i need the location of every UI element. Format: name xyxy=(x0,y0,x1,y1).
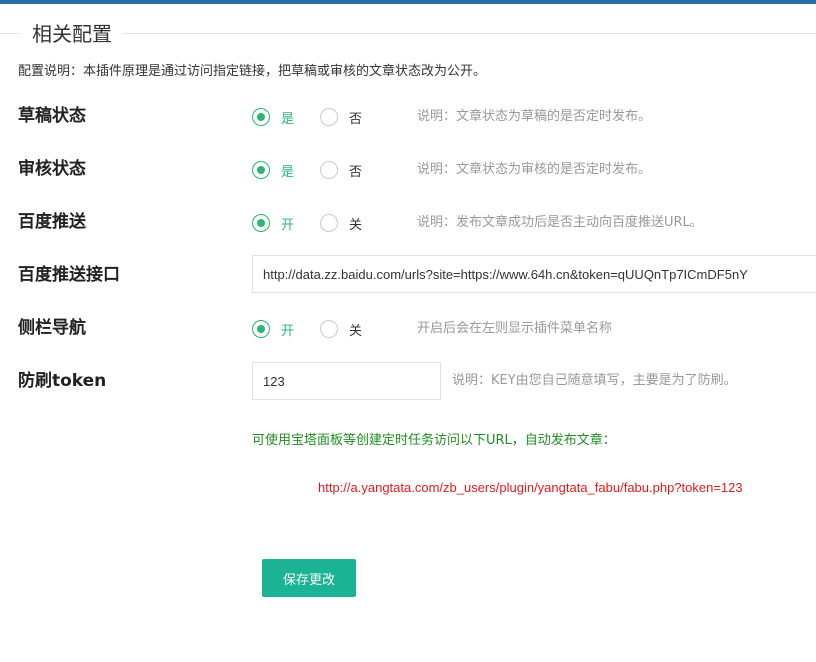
radio-checked-icon[interactable] xyxy=(252,161,270,179)
sidebar-nav-label: 侧栏导航 xyxy=(18,318,86,338)
draft-status-option-yes-label: 是 xyxy=(281,111,295,127)
draft-status-hint: 说明：文章状态为草稿的是否定时发布。 xyxy=(417,109,652,124)
cron-note: 可使用宝塔面板等创建定时任务访问以下URL，自动发布文章： xyxy=(252,433,616,448)
sidebar-nav-radio-group: 开 关 xyxy=(252,318,362,340)
baidu-push-option-off-label: 关 xyxy=(349,217,363,233)
sidebar-nav-hint: 开启后会在左则显示插件菜单名称 xyxy=(417,321,613,336)
config-description: 配置说明：本插件原理是通过访问指定链接，把草稿或审核的文章状态改为公开。 xyxy=(18,64,487,79)
baidu-api-label: 百度推送接口 xyxy=(18,265,120,285)
review-status-option-yes[interactable]: 是 xyxy=(252,161,294,180)
review-status-option-no-label: 否 xyxy=(349,164,363,180)
review-status-option-no[interactable]: 否 xyxy=(320,161,362,180)
baidu-push-option-on[interactable]: 开 xyxy=(252,214,294,233)
review-status-radio-group: 是 否 xyxy=(252,159,362,181)
fieldset-border-right xyxy=(122,33,816,34)
radio-checked-icon[interactable] xyxy=(252,108,270,126)
review-status-option-yes-label: 是 xyxy=(281,164,295,180)
radio-checked-icon[interactable] xyxy=(252,214,270,232)
token-hint: 说明：KEY由您自己随意填写，主要是为了防刷。 xyxy=(452,373,737,388)
token-input[interactable] xyxy=(252,362,441,400)
fieldset-border-left xyxy=(0,33,20,34)
sidebar-nav-option-off[interactable]: 关 xyxy=(320,320,362,339)
radio-checked-icon[interactable] xyxy=(252,320,270,338)
draft-status-option-no-label: 否 xyxy=(349,111,363,127)
radio-unchecked-icon[interactable] xyxy=(320,320,339,338)
draft-status-option-yes[interactable]: 是 xyxy=(252,108,294,127)
baidu-push-label: 百度推送 xyxy=(18,212,86,232)
review-status-hint: 说明：文章状态为审核的是否定时发布。 xyxy=(417,162,652,177)
baidu-push-hint: 说明：发布文章成功后是否主动向百度推送URL。 xyxy=(417,215,703,230)
fieldset-legend: 相关配置 xyxy=(32,22,112,46)
draft-status-label: 草稿状态 xyxy=(18,106,86,126)
baidu-push-option-off[interactable]: 关 xyxy=(320,214,362,233)
baidu-api-input[interactable] xyxy=(252,255,816,293)
draft-status-radio-group: 是 否 xyxy=(252,106,362,128)
sidebar-nav-option-on-label: 开 xyxy=(281,323,295,339)
review-status-label: 审核状态 xyxy=(18,159,86,179)
baidu-push-option-on-label: 开 xyxy=(281,217,295,233)
radio-unchecked-icon[interactable] xyxy=(320,108,339,126)
sidebar-nav-option-off-label: 关 xyxy=(349,323,363,339)
cron-url-link[interactable]: http://a.yangtata.com/zb_users/plugin/ya… xyxy=(318,479,743,497)
sidebar-nav-option-on[interactable]: 开 xyxy=(252,320,294,339)
baidu-push-radio-group: 开 关 xyxy=(252,212,362,234)
draft-status-option-no[interactable]: 否 xyxy=(320,108,362,127)
radio-unchecked-icon[interactable] xyxy=(320,214,339,232)
save-button[interactable]: 保存更改 xyxy=(262,559,356,597)
token-label: 防刷token xyxy=(18,371,107,391)
radio-unchecked-icon[interactable] xyxy=(320,161,339,179)
top-accent-bar xyxy=(0,0,816,4)
